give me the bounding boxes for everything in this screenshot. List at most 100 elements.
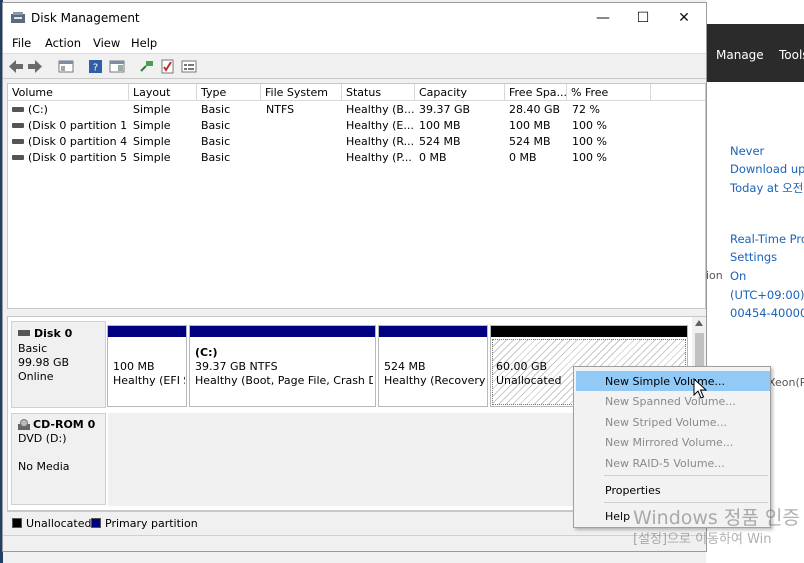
- volume-name: (Disk 0 partition 5): [28, 151, 128, 164]
- activation-watermark-text: [설정]으로 이동하여 Win: [633, 532, 772, 547]
- list-view-icon[interactable]: [181, 59, 197, 74]
- col-volume[interactable]: Volume: [8, 84, 129, 101]
- partition-status: Healthy (Recovery P: [384, 374, 486, 387]
- show-hide-console-icon[interactable]: [58, 59, 74, 74]
- volume-row[interactable]: (Disk 0 partition 4) Simple Basic Health…: [8, 134, 705, 150]
- tools-menu[interactable]: Tools: [779, 48, 804, 62]
- realtime-protection-link[interactable]: Real-Time Prot: [730, 232, 804, 246]
- volume-name: (Disk 0 partition 1): [28, 119, 128, 132]
- server-manager-titlebar: [706, 0, 804, 24]
- disk-management-icon: [11, 12, 25, 23]
- menu-new-simple-volume[interactable]: New Simple Volume...: [576, 371, 770, 391]
- cdrom-icon: [18, 419, 30, 430]
- volume-status: Healthy (P...: [346, 151, 412, 164]
- col-free-space[interactable]: Free Spa...: [505, 84, 567, 101]
- svg-text:?: ?: [93, 63, 98, 74]
- partition-bar: [379, 326, 487, 337]
- connect-icon[interactable]: [139, 59, 155, 74]
- menu-properties[interactable]: Properties: [576, 480, 770, 500]
- volume-status: Healthy (E...: [346, 119, 414, 132]
- menu-new-raid5-volume[interactable]: New RAID-5 Volume...: [576, 453, 770, 473]
- cpu-text: Xeon(R: [768, 376, 804, 389]
- properties-pane-icon[interactable]: [109, 59, 125, 74]
- timezone-link[interactable]: (UTC+09:00) Se: [730, 288, 804, 302]
- volume-list: Volume Layout Type File System Status Ca…: [7, 83, 706, 309]
- scroll-up-icon[interactable]: [695, 320, 703, 326]
- volume-percent-free: 100 %: [572, 135, 607, 148]
- volume-percent-free: 100 %: [572, 119, 607, 132]
- volume-free: 524 MB: [509, 135, 551, 148]
- partition-c[interactable]: (C:) 39.37 GB NTFS Healthy (Boot, Page F…: [189, 325, 376, 407]
- volume-status: Healthy (B...: [346, 103, 414, 116]
- cdrom0-type: DVD (D:): [18, 432, 67, 445]
- volume-percent-free: 72 %: [572, 103, 600, 116]
- volume-name: (Disk 0 partition 4): [28, 135, 128, 148]
- volume-row[interactable]: (C:) Simple Basic NTFS Healthy (B... 39.…: [8, 102, 705, 118]
- last-installed-link[interactable]: Today at 오전 1: [730, 180, 804, 196]
- hard-disk-icon: [18, 330, 30, 336]
- volume-capacity: 0 MB: [419, 151, 447, 164]
- menu-new-spanned-volume[interactable]: New Spanned Volume...: [576, 391, 770, 411]
- maximize-button[interactable]: ☐: [620, 3, 666, 33]
- partition-bar: [491, 326, 687, 337]
- menu-action[interactable]: Action: [45, 36, 81, 50]
- back-arrow-icon[interactable]: [8, 59, 24, 74]
- volume-status: Healthy (R...: [346, 135, 414, 148]
- volume-row[interactable]: (Disk 0 partition 1) Simple Basic Health…: [8, 118, 705, 134]
- col-status[interactable]: Status: [342, 84, 415, 101]
- volume-free: 28.40 GB: [509, 103, 561, 116]
- col-capacity[interactable]: Capacity: [415, 84, 505, 101]
- product-id-link[interactable]: 00454-40000-0: [730, 306, 804, 320]
- partition-recovery[interactable]: 524 MB Healthy (Recovery P: [378, 325, 488, 407]
- volume-layout: Simple: [133, 103, 171, 116]
- menu-new-striped-volume[interactable]: New Striped Volume...: [576, 412, 770, 432]
- mouse-cursor-icon: [693, 378, 707, 399]
- menu-view[interactable]: View: [93, 36, 120, 50]
- disk0-name: Disk 0: [34, 327, 73, 340]
- col-file-system[interactable]: File System: [261, 84, 342, 101]
- col-layout[interactable]: Layout: [129, 84, 197, 101]
- activation-watermark-title: Windows 정품 인증: [633, 507, 800, 529]
- download-updates-link[interactable]: Download upd: [730, 162, 804, 176]
- partition-bar: [190, 326, 375, 337]
- window-title: Disk Management: [31, 11, 140, 25]
- volume-layout: Simple: [133, 135, 171, 148]
- menu-new-mirrored-volume[interactable]: New Mirrored Volume...: [576, 432, 770, 452]
- cdrom0-state: No Media: [18, 460, 70, 473]
- settings-link[interactable]: Settings: [730, 250, 777, 264]
- volume-type: Basic: [201, 135, 231, 148]
- volume-layout: Simple: [133, 119, 171, 132]
- disk0-state: Online: [18, 370, 54, 383]
- forward-arrow-icon[interactable]: [27, 59, 43, 74]
- side-label: ion: [706, 269, 723, 282]
- menu-bar: File Action View Help: [3, 33, 706, 53]
- partition-size: 60.00 GB: [496, 360, 548, 373]
- cdrom0-label[interactable]: CD-ROM 0 DVD (D:) No Media: [11, 413, 106, 505]
- ie-esc-link[interactable]: On: [730, 269, 746, 283]
- col-percent-free[interactable]: % Free: [567, 84, 651, 101]
- col-type[interactable]: Type: [197, 84, 261, 101]
- volume-percent-free: 100 %: [572, 151, 607, 164]
- manage-menu[interactable]: Manage: [716, 48, 764, 62]
- drive-icon: [12, 139, 24, 144]
- drive-icon: [12, 107, 24, 112]
- volume-layout: Simple: [133, 151, 171, 164]
- partition-status: Healthy (Boot, Page File, Crash Dun: [195, 374, 373, 387]
- volume-row[interactable]: (Disk 0 partition 5) Simple Basic Health…: [8, 150, 705, 166]
- drive-icon: [12, 123, 24, 128]
- partition-bar: [108, 326, 186, 337]
- cdrom0-name: CD-ROM 0: [33, 418, 96, 431]
- partition-letter: (C:): [195, 346, 218, 359]
- volume-capacity: 100 MB: [419, 119, 461, 132]
- disk0-label[interactable]: Disk 0 Basic 99.98 GB Online: [11, 321, 106, 408]
- menu-help[interactable]: Help: [131, 36, 157, 50]
- menu-file[interactable]: File: [12, 36, 31, 50]
- volume-capacity: 524 MB: [419, 135, 461, 148]
- help-icon[interactable]: ?: [88, 59, 104, 74]
- volume-free: 0 MB: [509, 151, 537, 164]
- checklist-icon[interactable]: [160, 59, 176, 74]
- last-checked-link[interactable]: Never: [730, 144, 764, 158]
- toolbar: ?: [3, 53, 706, 79]
- close-button[interactable]: ✕: [661, 3, 707, 33]
- partition-efi[interactable]: 100 MB Healthy (EFI S: [107, 325, 187, 407]
